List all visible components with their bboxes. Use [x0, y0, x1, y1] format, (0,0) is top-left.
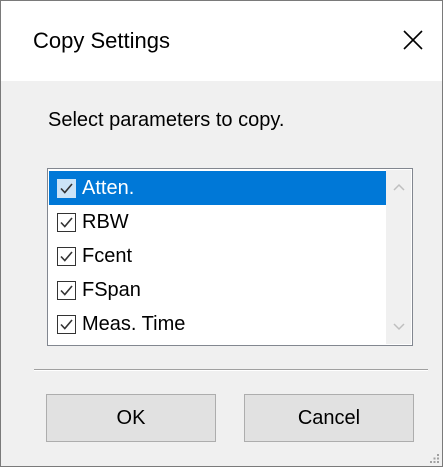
- list-item-fcent[interactable]: Fcent: [49, 239, 387, 273]
- check-icon: [60, 182, 73, 194]
- chevron-up-icon: [392, 183, 405, 191]
- close-button[interactable]: [388, 15, 438, 65]
- dialog-title: Copy Settings: [33, 28, 170, 53]
- close-icon: [403, 30, 423, 50]
- scroll-up-button[interactable]: [386, 174, 411, 200]
- checkbox-fcent[interactable]: [57, 246, 76, 266]
- checkbox-atten[interactable]: [57, 178, 76, 198]
- separator-line: [34, 369, 428, 371]
- vertical-scrollbar[interactable]: [386, 170, 411, 344]
- checkbox-meas-time[interactable]: [57, 314, 76, 334]
- chevron-down-icon: [392, 323, 405, 331]
- check-icon: [60, 216, 73, 228]
- list-item-label: RBW: [82, 211, 129, 233]
- resize-grip-icon[interactable]: [430, 454, 440, 464]
- cancel-button[interactable]: Cancel: [244, 394, 414, 442]
- copy-settings-dialog: Copy Settings Select parameters to copy.…: [0, 0, 443, 467]
- instruction-text: Select parameters to copy.: [48, 109, 285, 131]
- list-item-atten[interactable]: Atten.: [49, 171, 387, 205]
- ok-button[interactable]: OK: [46, 394, 216, 442]
- list-item-label: Fcent: [82, 245, 133, 267]
- title-bar[interactable]: Copy Settings: [1, 1, 442, 81]
- list-item-rbw[interactable]: RBW: [49, 205, 387, 239]
- scroll-down-button[interactable]: [386, 314, 411, 340]
- check-icon: [60, 250, 73, 262]
- parameter-listbox[interactable]: Atten. RBW Fcent FSpan Meas. Time: [47, 168, 413, 346]
- list-item-label: Atten.: [82, 177, 135, 199]
- list-item-label: FSpan: [82, 279, 141, 301]
- check-icon: [60, 318, 73, 330]
- checkbox-rbw[interactable]: [57, 212, 76, 232]
- checkbox-fspan[interactable]: [57, 280, 76, 300]
- list-item-meas-time[interactable]: Meas. Time: [49, 307, 387, 341]
- check-icon: [60, 284, 73, 296]
- list-item-fspan[interactable]: FSpan: [49, 273, 387, 307]
- list-item-label: Meas. Time: [82, 313, 186, 335]
